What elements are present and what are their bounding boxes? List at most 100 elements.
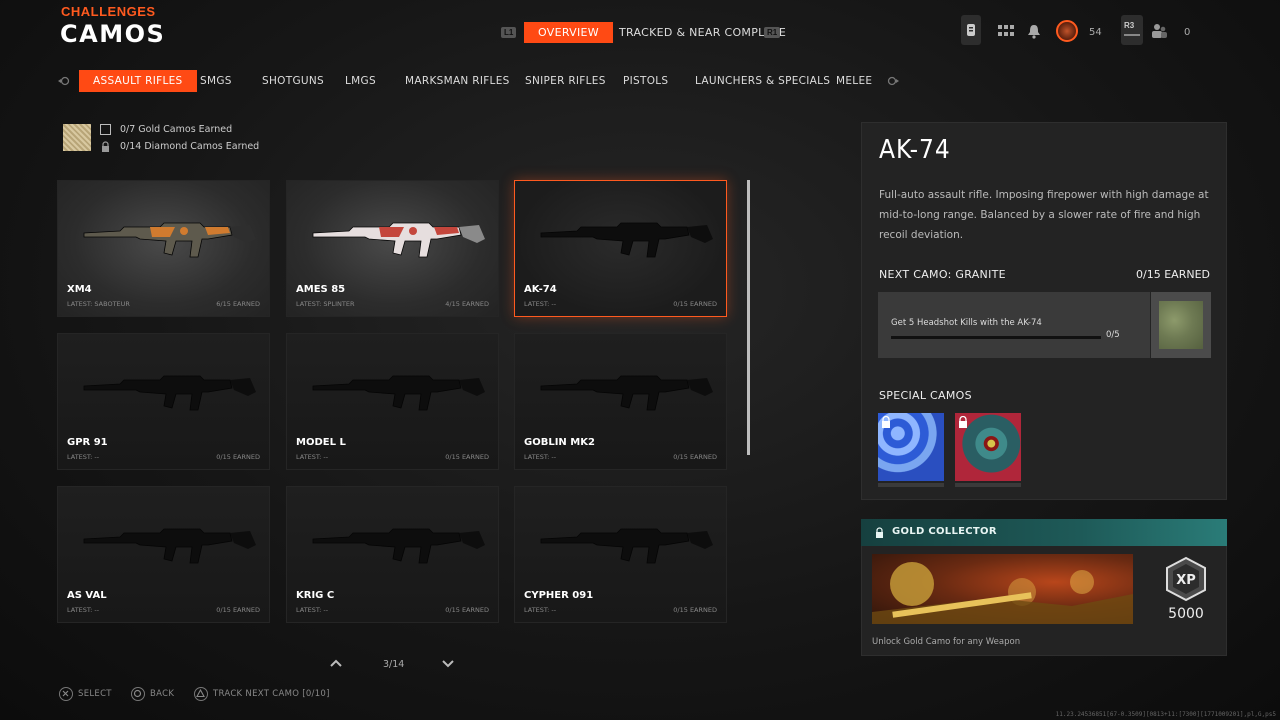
weapon-camos-earned: 0/15 EARNED xyxy=(216,606,260,614)
gold-collector-description: Unlock Gold Camo for any Weapon xyxy=(872,637,1021,647)
weapon-latest-camo: LATEST: -- xyxy=(524,300,557,308)
category-pistols[interactable]: PISTOLS xyxy=(623,75,668,87)
next-category-icon[interactable] xyxy=(887,76,899,86)
back-label: BACK xyxy=(150,688,175,699)
weapon-latest-camo: LATEST: SPLINTER xyxy=(296,300,355,308)
weapon-card-xm4[interactable]: XM4 LATEST: SABOTEUR 6/15 EARNED xyxy=(57,180,270,317)
diamond-camos-count: 0/14 Diamond Camos Earned xyxy=(120,141,260,152)
weapon-card-model-l[interactable]: MODEL L LATEST: -- 0/15 EARNED xyxy=(286,333,499,470)
weapon-camos-earned: 0/15 EARNED xyxy=(673,453,717,461)
category-launchers-specials[interactable]: LAUNCHERS & SPECIALS xyxy=(695,75,830,87)
r3-button[interactable]: R3 xyxy=(1121,15,1143,45)
gold-camos-count: 0/7 Gold Camos Earned xyxy=(120,124,233,135)
weapon-name: KRIG C xyxy=(296,590,335,601)
lock-icon xyxy=(102,141,109,152)
weapon-name: AK-74 xyxy=(524,284,557,295)
weapon-name: GOBLIN MK2 xyxy=(524,437,595,448)
category-lmgs[interactable]: LMGS xyxy=(345,75,376,87)
weapon-image xyxy=(312,375,485,411)
xp-icon: XP xyxy=(1166,556,1206,602)
weapon-name: AK-74 xyxy=(879,135,951,165)
weapon-latest-camo: LATEST: -- xyxy=(67,453,100,461)
weapon-camos-earned: 0/15 EARNED xyxy=(673,606,717,614)
weapon-card-ames-85[interactable]: AMES 85 LATEST: SPLINTER 4/15 EARNED xyxy=(286,180,499,317)
weapon-image xyxy=(540,375,713,411)
weapon-latest-camo: LATEST: -- xyxy=(296,453,329,461)
weapon-description: Full-auto assault rifle. Imposing firepo… xyxy=(879,189,1209,241)
gold-collector-title: GOLD COLLECTOR xyxy=(892,526,997,537)
header-subtitle: CHALLENGES xyxy=(61,4,156,19)
weapon-image xyxy=(83,375,256,411)
list-icon xyxy=(967,24,975,36)
gold-collector-header: GOLD COLLECTOR xyxy=(861,519,1227,546)
challenge-box[interactable]: Get 5 Headshot Kills with the AK-74 0/5 xyxy=(878,292,1150,358)
l1-bumper-icon[interactable]: L1 xyxy=(501,27,517,38)
challenge-progress-bar xyxy=(891,336,1101,339)
challenge-text: Get 5 Headshot Kills with the AK-74 xyxy=(891,318,1042,328)
r3-label: R3 xyxy=(1124,21,1135,30)
weapon-card-gpr-91[interactable]: GPR 91 LATEST: -- 0/15 EARNED xyxy=(57,333,270,470)
weapon-name: CYPHER 091 xyxy=(524,590,594,601)
weapon-image xyxy=(83,222,256,258)
category-shotguns[interactable]: SHOTGUNS xyxy=(262,75,324,87)
r3-underline xyxy=(1124,34,1140,36)
weapon-card-krig-c[interactable]: KRIG C LATEST: -- 0/15 EARNED xyxy=(286,486,499,623)
weapon-card-as-val[interactable]: AS VAL LATEST: -- 0/15 EARNED xyxy=(57,486,270,623)
category-melee[interactable]: MELEE xyxy=(836,75,872,87)
track-label: TRACK NEXT CAMO [0/10] xyxy=(213,688,330,699)
prev-category-icon[interactable] xyxy=(58,76,70,86)
category-assault-rifles[interactable]: ASSAULT RIFLES xyxy=(79,70,197,92)
weapon-image xyxy=(83,528,256,564)
select-hint[interactable]: SELECT xyxy=(59,683,112,702)
weapon-image xyxy=(540,528,713,564)
weapon-card-ak-74[interactable]: AK-74 LATEST: -- 0/15 EARNED xyxy=(514,180,727,317)
special-camo-eye[interactable] xyxy=(955,413,1021,481)
weapon-camos-earned: 0/15 EARNED xyxy=(673,300,717,308)
challenge-progress: 0/5 xyxy=(1106,330,1120,340)
bell-icon[interactable] xyxy=(1027,24,1041,39)
lock-icon xyxy=(882,416,890,428)
weapon-card-cypher-091[interactable]: CYPHER 091 LATEST: -- 0/15 EARNED xyxy=(514,486,727,623)
triangle-button-icon xyxy=(194,686,208,701)
build-info: 11.23.24536851[67-0.3509][0813+11:[7300]… xyxy=(1055,711,1276,718)
gold-collector-card[interactable]: XP 5000 Unlock Gold Camo for any Weapon xyxy=(861,546,1227,656)
menu-button[interactable] xyxy=(961,15,981,45)
weapon-camos-earned: 0/15 EARNED xyxy=(445,453,489,461)
page-indicator: 3/14 xyxy=(383,659,405,670)
tab-tracked[interactable]: TRACKED & NEAR COMPLETE xyxy=(619,26,786,39)
back-hint[interactable]: BACK xyxy=(131,683,174,702)
weapon-detail-panel: AK-74 Full-auto assault rifle. Imposing … xyxy=(861,122,1227,500)
grid-scrollbar[interactable] xyxy=(747,180,750,455)
special-camos-label: SPECIAL CAMOS xyxy=(879,389,972,402)
camo-preview-swatch xyxy=(63,124,91,151)
party-count: 0 xyxy=(1184,27,1191,38)
category-smgs[interactable]: SMGS xyxy=(200,75,232,87)
party-icon[interactable] xyxy=(1151,23,1167,39)
grid-icon[interactable] xyxy=(998,25,1014,37)
weapon-card-goblin-mk2[interactable]: GOBLIN MK2 LATEST: -- 0/15 EARNED xyxy=(514,333,727,470)
circle-button-icon xyxy=(131,686,145,701)
special-camo-blue[interactable] xyxy=(878,413,944,481)
weapon-latest-camo: LATEST: -- xyxy=(296,606,329,614)
category-marksman-rifles[interactable]: MARKSMAN RIFLES xyxy=(405,75,510,87)
weapon-image xyxy=(312,528,485,564)
gold-checkbox xyxy=(100,124,111,135)
gold-collector-art xyxy=(872,554,1133,624)
select-label: SELECT xyxy=(78,688,112,699)
special-camo-eye-underline xyxy=(955,483,1021,487)
next-camo-earned: 0/15 EARNED xyxy=(1136,268,1210,281)
category-sniper-rifles[interactable]: SNIPER RIFLES xyxy=(525,75,606,87)
page-title: CAMOS xyxy=(60,20,166,48)
lock-icon xyxy=(876,527,883,538)
player-avatar[interactable] xyxy=(1056,20,1078,42)
weapon-latest-camo: LATEST: -- xyxy=(524,453,557,461)
page-up-icon[interactable] xyxy=(330,659,342,667)
weapon-camos-earned: 6/15 EARNED xyxy=(216,300,260,308)
cross-button-icon xyxy=(59,686,73,701)
page-down-icon[interactable] xyxy=(442,660,454,668)
weapon-image xyxy=(540,222,713,258)
track-hint[interactable]: TRACK NEXT CAMO [0/10] xyxy=(194,683,330,702)
tab-overview[interactable]: OVERVIEW xyxy=(524,22,613,43)
lock-icon xyxy=(959,416,967,428)
r1-bumper-icon[interactable]: R1 xyxy=(764,27,781,38)
